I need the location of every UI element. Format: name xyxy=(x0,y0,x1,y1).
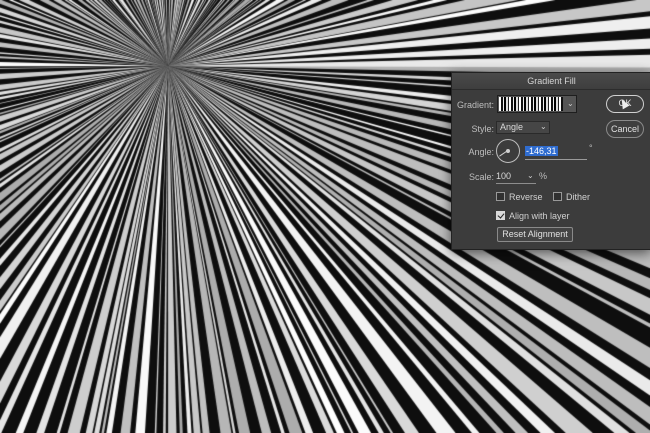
angle-label: Angle: xyxy=(468,147,494,157)
angle-input[interactable]: -146,31 xyxy=(525,145,587,160)
scale-input[interactable]: 100 ⌄ xyxy=(496,170,536,184)
gradient-picker[interactable]: ⌄ xyxy=(497,95,577,113)
cancel-button[interactable]: Cancel xyxy=(606,120,644,138)
chevron-down-icon[interactable]: ⌄ xyxy=(527,169,534,182)
reverse-checkbox[interactable] xyxy=(496,192,505,201)
chevron-down-icon: ⌄ xyxy=(540,122,547,131)
angle-dial-icon[interactable] xyxy=(496,139,520,163)
reset-alignment-button[interactable]: Reset Alignment xyxy=(497,227,573,242)
gradient-label: Gradient: xyxy=(456,100,494,110)
degree-symbol: ° xyxy=(589,143,593,153)
align-with-layer-checkbox[interactable] xyxy=(496,211,505,220)
gradient-swatch[interactable] xyxy=(499,97,563,111)
style-label: Style: xyxy=(471,124,494,134)
angle-value: -146,31 xyxy=(525,146,558,156)
align-with-layer-label: Align with layer xyxy=(509,211,570,221)
style-select[interactable]: Angle ⌄ xyxy=(496,121,550,134)
angle-dial-center xyxy=(506,149,510,153)
dialog-title: Gradient Fill xyxy=(452,73,650,90)
scale-label: Scale: xyxy=(468,172,494,182)
gradient-fill-dialog: Gradient Fill Gradient: ⌄ Style: Angle ⌄… xyxy=(451,72,650,250)
style-value: Angle xyxy=(500,122,524,132)
dither-checkbox[interactable] xyxy=(553,192,562,201)
reverse-label: Reverse xyxy=(509,192,543,202)
scale-value: 100 xyxy=(496,171,512,181)
chevron-down-icon[interactable]: ⌄ xyxy=(567,99,574,108)
dither-label: Dither xyxy=(566,192,591,202)
percent-symbol: % xyxy=(539,171,548,181)
